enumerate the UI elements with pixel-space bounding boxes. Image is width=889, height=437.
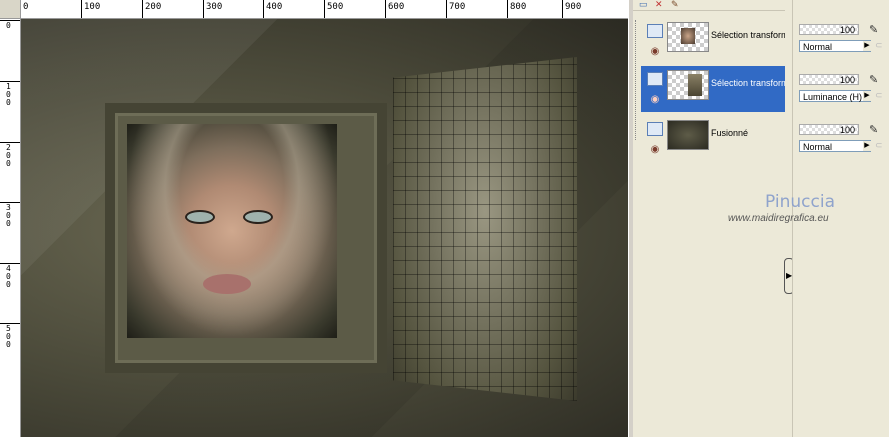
layer-row-3[interactable]: ◉ Fusionné [641,116,785,162]
delete-layer-icon[interactable]: ✕ [655,0,663,9]
ruler-label: 700 [449,2,466,12]
ruler-corner [0,0,21,19]
paintbrush-icon[interactable]: ✎ [869,123,878,136]
dropdown-arrow-icon[interactable]: ▶ [863,41,871,51]
ruler-label: 500 [327,2,344,12]
lock-icon[interactable]: ⊂ [875,40,883,51]
layer-raster-icon [647,24,663,38]
ruler-major-tick [81,0,82,18]
lock-icon[interactable]: ⊂ [875,140,883,151]
dropdown-arrow-icon[interactable]: ▶ [863,141,871,151]
layer-name: Sélection transform [711,30,785,40]
layers-toolbar: ▭ ✕ ✎ [633,0,785,11]
ruler-label: 300 [6,203,11,228]
ruler-label: 100 [6,82,11,107]
watermark-name: Pinuccia [765,192,835,212]
tree-line [635,20,637,140]
paintbrush-icon[interactable]: ✎ [869,23,878,36]
layer-thumbnail [667,70,709,100]
layer-props-3: 100 ✎ Normal ▶ ⊂ [797,120,889,166]
opacity-field[interactable]: 100 [799,74,859,85]
paintbrush-icon[interactable]: ✎ [869,73,878,86]
ruler-major-tick [142,0,143,18]
blend-mode-select[interactable]: Normal [799,140,871,152]
ruler-major-tick [263,0,264,18]
new-layer-icon[interactable]: ▭ [639,0,648,9]
ruler-label: 600 [388,2,405,12]
ruler-label: 200 [145,2,162,12]
ruler-label: 900 [565,2,582,12]
blend-mode-select[interactable]: Normal [799,40,871,52]
lock-icon[interactable]: ⊂ [875,90,883,101]
layer-raster-icon [647,122,663,136]
ruler-label: 200 [6,143,11,168]
left-eye [185,210,215,224]
lips [203,274,251,294]
ruler-label: 0 [23,2,29,12]
paintbrush-icon[interactable]: ✎ [671,0,679,9]
ruler-major-tick [507,0,508,18]
ruler-label: 800 [510,2,527,12]
layer-thumbnail [667,22,709,52]
ruler-major-tick [385,0,386,18]
blend-mode-select[interactable]: Luminance (H) [799,90,871,102]
layer-thumbnail [667,120,709,150]
layer-props-1: 100 ✎ Normal ▶ ⊂ [797,20,889,66]
ruler-major-tick [562,0,563,18]
opacity-field[interactable]: 100 [799,24,859,35]
opacity-field[interactable]: 100 [799,124,859,135]
layer-row-1[interactable]: ◉ Sélection transform [641,18,785,64]
dropdown-arrow-icon[interactable]: ▶ [863,91,871,101]
ruler-label: 500 [6,324,11,349]
ruler-major-tick [324,0,325,18]
vertical-ruler: 0 100 200 300 400 500 [0,18,21,437]
horizontal-ruler: 0 100 200 300 400 500 600 700 800 900 [0,0,628,19]
ruler-label: 400 [6,264,11,289]
ruler-label: 0 [6,21,11,30]
ruler-label: 100 [84,2,101,12]
mosaic-panel [393,57,577,401]
watermark-url: www.maidiregrafica.eu [728,213,829,224]
ruler-label: 400 [266,2,283,12]
layer-name: Fusionné [711,128,749,138]
right-eye [243,210,273,224]
layer-props-2: 100 ✎ Luminance (H) ▶ ⊂ [797,70,889,116]
hair-fur [127,124,337,338]
eye-icon[interactable]: ◉ [647,47,663,57]
layer-row-2[interactable]: ◉ Sélection transform [641,66,785,112]
eye-icon[interactable]: ◉ [647,145,663,155]
image-canvas[interactable] [21,19,628,437]
ruler-major-tick [203,0,204,18]
portrait-image [127,124,337,338]
ruler-major-tick [446,0,447,18]
layer-raster-icon [647,72,663,86]
ruler-label: 300 [206,2,223,12]
eye-icon[interactable]: ◉ [647,95,663,105]
layer-name: Sélection transform [711,78,785,88]
